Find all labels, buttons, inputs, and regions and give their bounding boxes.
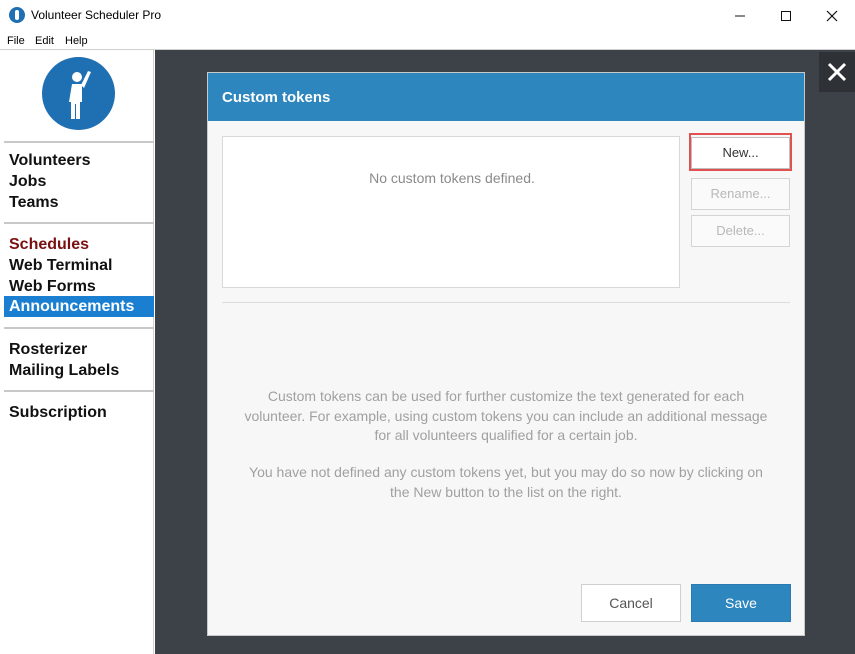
close-window-button[interactable] <box>809 0 855 32</box>
menu-help[interactable]: Help <box>65 35 88 47</box>
sidebar-divider <box>4 141 154 143</box>
dialog-divider <box>222 302 790 303</box>
menu-edit[interactable]: Edit <box>35 35 54 47</box>
sidebar: Volunteers Jobs Teams Schedules Web Term… <box>0 50 154 654</box>
sidebar-divider <box>4 222 154 224</box>
sidebar-divider <box>4 327 154 329</box>
app-logo-icon <box>9 7 25 23</box>
delete-token-button[interactable]: Delete... <box>691 215 790 247</box>
close-icon <box>826 10 838 22</box>
close-icon <box>827 62 847 82</box>
save-button[interactable]: Save <box>691 584 791 622</box>
window-title: Volunteer Scheduler Pro <box>31 8 162 22</box>
sidebar-item-web-terminal[interactable]: Web Terminal <box>9 255 112 276</box>
maximize-icon <box>781 11 791 21</box>
new-button-highlight <box>689 133 792 171</box>
close-overlay-button[interactable] <box>819 52 855 92</box>
volunteer-logo-icon <box>42 57 115 130</box>
custom-tokens-list[interactable]: No custom tokens defined. <box>222 136 680 288</box>
sidebar-item-mailing-labels[interactable]: Mailing Labels <box>9 360 119 381</box>
cancel-button[interactable]: Cancel <box>581 584 681 622</box>
rename-token-button[interactable]: Rename... <box>691 178 790 210</box>
help-text-instructions: You have not defined any custom tokens y… <box>249 464 763 500</box>
sidebar-item-schedules[interactable]: Schedules <box>9 234 89 255</box>
help-text-description: Custom tokens can be used for further cu… <box>244 388 768 443</box>
title-bar: Volunteer Scheduler Pro <box>0 0 855 32</box>
sidebar-item-announcements[interactable]: Announcements <box>9 296 134 317</box>
menu-file[interactable]: File <box>7 35 25 47</box>
dialog-header: Custom tokens <box>208 73 804 121</box>
empty-list-message: No custom tokens defined. <box>369 170 535 186</box>
minimize-button[interactable] <box>717 0 763 32</box>
sidebar-item-rosterizer[interactable]: Rosterizer <box>9 339 87 360</box>
sidebar-item-subscription[interactable]: Subscription <box>9 402 107 423</box>
menu-bar: File Edit Help <box>0 32 855 50</box>
dialog-title: Custom tokens <box>222 89 331 106</box>
minimize-icon <box>735 15 745 17</box>
maximize-button[interactable] <box>763 0 809 32</box>
sidebar-item-jobs[interactable]: Jobs <box>9 171 46 192</box>
sidebar-item-volunteers[interactable]: Volunteers <box>9 150 91 171</box>
sidebar-item-web-forms[interactable]: Web Forms <box>9 276 96 297</box>
sidebar-divider <box>4 390 154 392</box>
sidebar-item-teams[interactable]: Teams <box>9 192 59 213</box>
custom-tokens-dialog: Custom tokens No custom tokens defined. … <box>207 72 805 636</box>
